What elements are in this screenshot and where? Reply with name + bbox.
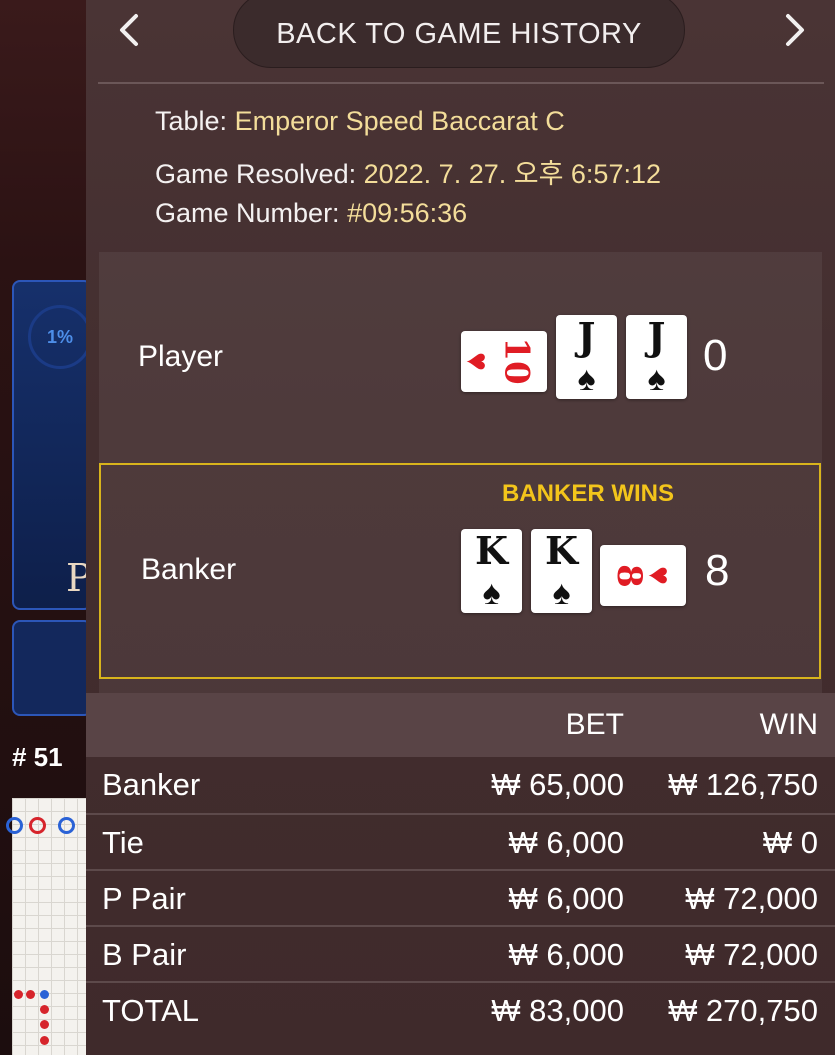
bets-table-header [86, 693, 835, 757]
table-row-total: TOTAL ₩ 83,000 ₩ 270,750 [86, 981, 835, 1037]
chevron-right-icon[interactable] [774, 10, 814, 50]
road-blue-dot [40, 990, 49, 999]
road-blue-circle [6, 817, 23, 834]
banker-card-1: K ♠ [461, 529, 522, 613]
history-header: BACK TO GAME HISTORY [86, 0, 835, 84]
bet-name: Tie [102, 825, 144, 860]
player-card-2: J ♠ [556, 315, 617, 399]
player-label: Player [138, 340, 224, 373]
card-rank: 10 [496, 337, 537, 386]
banker-card-2: K ♠ [531, 529, 592, 613]
bet-amount: ₩ 6,000 [508, 881, 624, 916]
bet-name: P Pair [102, 881, 186, 916]
win-amount: ₩ 72,000 [685, 937, 818, 972]
banker-card-3: 8 ♥ [600, 545, 686, 606]
game-number-label: Game Number: [155, 198, 340, 228]
game-resolved-value: 2022. 7. 27. 오후 6:57:12 [363, 159, 661, 189]
table-row-tie: Tie ₩ 6,000 ₩ 0 [86, 813, 835, 869]
background-bet-spot-2 [12, 620, 92, 716]
banker-label: Banker [141, 553, 237, 586]
road-red-circle [29, 817, 46, 834]
player-card-3: J ♠ [626, 315, 687, 399]
table-value: Emperor Speed Baccarat C [234, 106, 565, 136]
road-red-dot [26, 990, 35, 999]
bet-name: B Pair [102, 937, 187, 972]
heart-icon: ♥ [459, 352, 496, 371]
player-score: 0 [703, 331, 728, 380]
game-history-detail-panel: BACK TO GAME HISTORY Table: Emperor Spee… [86, 0, 835, 1055]
banker-wins-label: BANKER WINS [502, 480, 674, 507]
chevron-left-icon[interactable] [110, 10, 150, 50]
road-red-dot [40, 1036, 49, 1045]
total-label: TOTAL [102, 993, 200, 1028]
bet-name: Banker [102, 767, 201, 802]
spade-icon: ♠ [552, 574, 571, 612]
spade-icon: ♠ [482, 574, 501, 612]
bet-amount: ₩ 65,000 [491, 767, 624, 802]
win-amount: ₩ 126,750 [668, 767, 818, 802]
game-resolved-info: Game Resolved: 2022. 7. 27. 오후 6:57:12 [155, 152, 661, 191]
total-win-amount: ₩ 270,750 [668, 993, 818, 1028]
table-info: Table: Emperor Speed Baccarat C [155, 106, 565, 137]
table-row-banker: Banker ₩ 65,000 ₩ 126,750 [86, 757, 835, 813]
spade-icon: ♠ [577, 360, 596, 398]
win-column-header: WIN [759, 708, 818, 741]
bet-amount: ₩ 6,000 [508, 825, 624, 860]
table-row-p-pair: P Pair ₩ 6,000 ₩ 72,000 [86, 869, 835, 925]
game-number-value: #09:56:36 [347, 198, 468, 228]
spade-icon: ♠ [647, 360, 666, 398]
player-card-1: 10 ♥ [459, 331, 547, 392]
card-rank: J [577, 314, 596, 359]
road-red-dot [14, 990, 23, 999]
background-round-label: # 51 [12, 742, 63, 772]
header-divider [98, 82, 824, 84]
win-amount: ₩ 0 [762, 825, 818, 860]
card-rank: J [647, 314, 666, 359]
background-scoreboard [6, 798, 92, 1055]
bet-amount: ₩ 6,000 [508, 937, 624, 972]
win-amount: ₩ 72,000 [685, 881, 818, 916]
road-blue-circle [58, 817, 75, 834]
card-rank: K [474, 528, 509, 573]
card-rank: K [544, 528, 579, 573]
heart-icon: ♥ [642, 566, 679, 585]
road-red-dot [40, 1020, 49, 1029]
total-bet-amount: ₩ 83,000 [491, 993, 624, 1028]
road-red-dot [40, 1005, 49, 1014]
table-label: Table: [155, 106, 228, 136]
bet-column-header: BET [565, 708, 624, 741]
table-row-b-pair: B Pair ₩ 6,000 ₩ 72,000 [86, 925, 835, 981]
game-resolved-label: Game Resolved: [155, 159, 357, 189]
banker-score: 8 [705, 546, 730, 595]
back-to-game-history-button[interactable]: BACK TO GAME HISTORY [233, 0, 685, 68]
game-number-info: Game Number: #09:56:36 [155, 198, 467, 229]
background-timer: 1% [28, 305, 92, 369]
